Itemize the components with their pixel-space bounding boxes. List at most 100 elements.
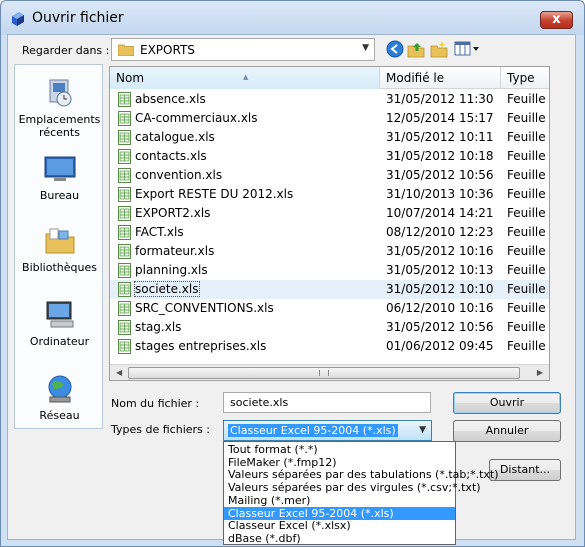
filename-label: Nom du fichier : [111, 397, 200, 410]
excel-file-icon [118, 244, 131, 259]
file-name: EXPORT2.xls [135, 206, 211, 220]
file-row[interactable]: stages entreprises.xls 01/06/2012 09:45 Fe… [110, 337, 549, 356]
window-title: Ouvrir fichier [32, 10, 124, 26]
filetype-option[interactable]: Valeurs séparées par des tabulations (*.… [224, 468, 499, 481]
excel-file-icon [118, 282, 131, 297]
file-modified: 08/12/2010 12:23 [386, 225, 494, 239]
place-desktop[interactable]: Bureau [15, 153, 104, 202]
file-name: stag.xls [135, 320, 182, 334]
file-row[interactable]: formateur.xls 31/05/2012 10:16 Feuille d [110, 242, 549, 261]
place-computer[interactable]: Ordinateur [15, 299, 104, 348]
look-in-combo[interactable]: EXPORTS ▼ [111, 38, 375, 61]
file-row[interactable]: CA-commerciaux.xls 12/05/2014 15:17 Feuill… [110, 109, 549, 128]
file-modified: 12/05/2014 15:17 [386, 111, 494, 125]
view-menu-icon[interactable] [454, 40, 480, 58]
filetype-option[interactable]: Classeur Excel (*.xlsx) [224, 519, 455, 532]
column-name[interactable]: Nom ▲ [110, 67, 380, 89]
file-row[interactable]: SRC_CONVENTIONS.xls 06/12/2010 10:16 Feuil… [110, 299, 549, 318]
file-row[interactable]: convention.xls 31/05/2012 10:56 Feuille d [110, 166, 549, 185]
filetype-option[interactable]: Tout format (*.*) [224, 443, 455, 456]
look-in-label: Regarder dans : [22, 44, 110, 57]
chevron-down-icon[interactable]: ▼ [419, 425, 426, 435]
chevron-down-icon[interactable]: ▼ [362, 43, 369, 53]
file-row[interactable]: planning.xls 31/05/2012 10:13 Feuille d [110, 261, 549, 280]
back-icon[interactable] [386, 40, 404, 58]
file-name: absence.xls [135, 92, 206, 106]
file-row[interactable]: absence.xls 31/05/2012 11:30 Feuille d [110, 90, 549, 109]
file-modified: 31/05/2012 10:56 [386, 168, 494, 182]
place-network[interactable]: Réseau [15, 373, 104, 422]
file-list[interactable]: Nom ▲ Modifié le Type absence.xls 31/05/2… [109, 66, 550, 381]
column-header-row: Nom ▲ Modifié le Type [110, 67, 549, 89]
close-button[interactable]: x [540, 11, 573, 29]
desktop-icon [44, 156, 75, 181]
column-type-label: Type [507, 71, 535, 85]
file-modified: 31/05/2012 10:10 [386, 282, 494, 296]
excel-file-icon [118, 301, 131, 316]
excel-file-icon [118, 263, 131, 278]
up-folder-icon[interactable] [407, 40, 425, 58]
file-name: formateur.xls [135, 244, 215, 258]
file-rows: absence.xls31/05/2012 11:30Feuille dCA-c… [110, 90, 549, 375]
file-row[interactable]: Export RESTE DU 2012.xls 31/10/2013 10:36… [110, 185, 549, 204]
libraries-icon [45, 228, 74, 254]
column-modified[interactable]: Modifié le [380, 67, 501, 89]
file-type: Feuille d [507, 320, 549, 334]
folder-icon [118, 44, 134, 56]
excel-file-icon [118, 206, 131, 221]
file-type: Feuille d [507, 339, 549, 353]
file-name: SRC_CONVENTIONS.xls [135, 301, 274, 315]
excel-file-icon [118, 187, 131, 202]
file-modified: 31/05/2012 10:16 [386, 244, 494, 258]
computer-icon [46, 301, 73, 328]
place-recent-label: Emplacements récents [18, 113, 101, 139]
file-row[interactable]: FACT.xls 08/12/2010 12:23 Feuille d [110, 223, 549, 242]
file-modified: 31/10/2013 10:36 [386, 187, 494, 201]
horizontal-scrollbar[interactable]: ◀ ▶ [110, 364, 549, 380]
file-name: catalogue.xls [135, 130, 215, 144]
file-type: Feuille d [507, 111, 549, 125]
file-modified: 01/06/2012 09:45 [386, 339, 494, 353]
excel-file-icon [118, 168, 131, 183]
file-row[interactable]: societe.xls 31/05/2012 10:10 Feuille d [110, 280, 549, 299]
file-type: Feuille d [507, 168, 549, 182]
filetype-option[interactable]: Mailing (*.mer) [224, 494, 455, 507]
filetype-selected-value: Classeur Excel 95-2004 (*.xls) [228, 424, 398, 437]
file-row[interactable]: stag.xls 31/05/2012 10:56 Feuille d [110, 318, 549, 337]
place-libraries[interactable]: Bibliothèques [15, 225, 104, 274]
cancel-button[interactable]: Annuler [453, 420, 561, 442]
place-libraries-label: Bibliothèques [22, 261, 97, 274]
file-row[interactable]: contacts.xls 31/05/2012 10:18 Feuille d [110, 147, 549, 166]
file-name: convention.xls [135, 168, 223, 182]
place-recent[interactable]: Emplacements récents [15, 77, 104, 139]
new-folder-icon[interactable] [430, 40, 448, 58]
filetype-option[interactable]: FileMaker (*.fmp12) [224, 456, 455, 469]
file-type: Feuille d [507, 244, 549, 258]
title-bar[interactable]: Ouvrir fichier x [1, 1, 584, 35]
file-modified: 31/05/2012 10:56 [386, 320, 494, 334]
place-network-label: Réseau [39, 409, 80, 422]
excel-file-icon [118, 111, 131, 126]
file-modified: 06/12/2010 10:16 [386, 301, 494, 315]
scroll-left-icon[interactable]: ◀ [116, 368, 122, 377]
place-computer-label: Ordinateur [29, 335, 90, 348]
filetype-option[interactable]: Classeur Excel 95-2004 (*.xls) [224, 506, 455, 520]
file-row[interactable]: EXPORT2.xls 10/07/2014 14:21 Feuille d [110, 204, 549, 223]
excel-file-icon [118, 225, 131, 240]
scrollbar-thumb[interactable] [128, 367, 520, 379]
column-type[interactable]: Type [501, 67, 549, 89]
filetype-option[interactable]: dBase (*.dbf) [224, 532, 455, 545]
file-modified: 10/07/2014 14:21 [386, 206, 494, 220]
filetype-select[interactable]: Classeur Excel 95-2004 (*.xls) ▼ [223, 420, 432, 441]
filename-input[interactable]: societe.xls [223, 392, 431, 413]
filetype-option[interactable]: Valeurs séparées par des virgules (*.csv… [224, 481, 481, 494]
open-button[interactable]: Ouvrir [453, 392, 561, 414]
file-name: Export RESTE DU 2012.xls [135, 187, 294, 201]
file-type: Feuille d [507, 206, 549, 220]
file-name: CA-commerciaux.xls [135, 111, 258, 125]
file-row[interactable]: catalogue.xls 31/05/2012 10:11 Feuille d [110, 128, 549, 147]
file-name: planning.xls [135, 263, 208, 277]
scroll-right-icon[interactable]: ▶ [537, 368, 543, 377]
remote-button[interactable]: Distant... [489, 459, 561, 481]
sort-asc-icon: ▲ [243, 73, 249, 81]
